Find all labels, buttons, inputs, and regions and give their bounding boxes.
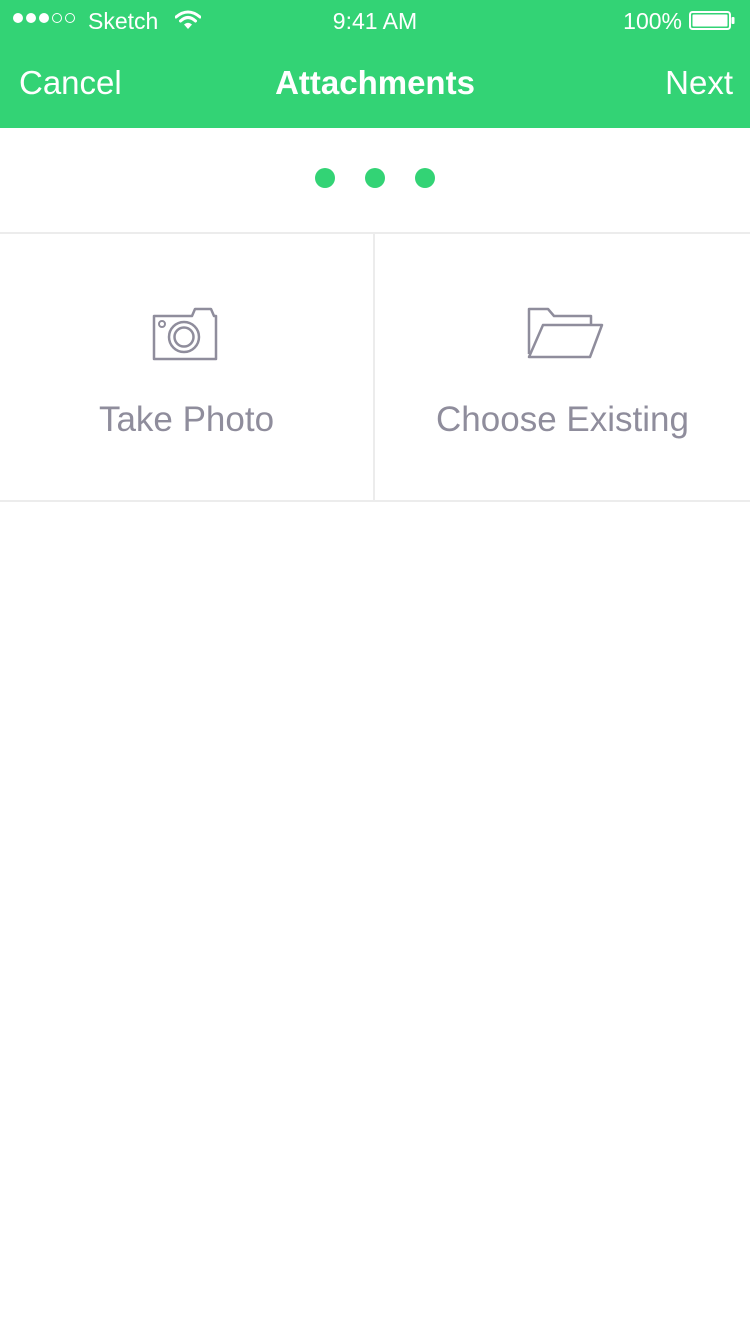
- attachment-options: Take Photo Choose Existing: [0, 234, 750, 502]
- header: Sketch 9:41 AM 100% Cancel Attachments N…: [0, 0, 750, 128]
- attachments-screen: Sketch 9:41 AM 100% Cancel Attachments N…: [0, 0, 750, 1334]
- take-photo-label: Take Photo: [98, 400, 275, 439]
- page-dot[interactable]: [315, 168, 335, 188]
- next-button[interactable]: Next: [665, 64, 733, 102]
- page-dot[interactable]: [415, 168, 435, 188]
- battery-icon: [689, 11, 735, 30]
- status-bar: Sketch 9:41 AM 100%: [0, 0, 750, 40]
- choose-existing-label: Choose Existing: [436, 400, 689, 439]
- take-photo-button[interactable]: Take Photo: [0, 234, 375, 500]
- cancel-button[interactable]: Cancel: [19, 64, 122, 102]
- folder-icon: [527, 307, 604, 359]
- battery-percentage: 100%: [623, 8, 682, 34]
- page-indicator: [0, 128, 750, 234]
- page-dot[interactable]: [365, 168, 385, 188]
- choose-existing-button[interactable]: Choose Existing: [375, 234, 750, 500]
- camera-icon: [152, 307, 218, 361]
- navigation-bar: Cancel Attachments Next: [0, 40, 750, 128]
